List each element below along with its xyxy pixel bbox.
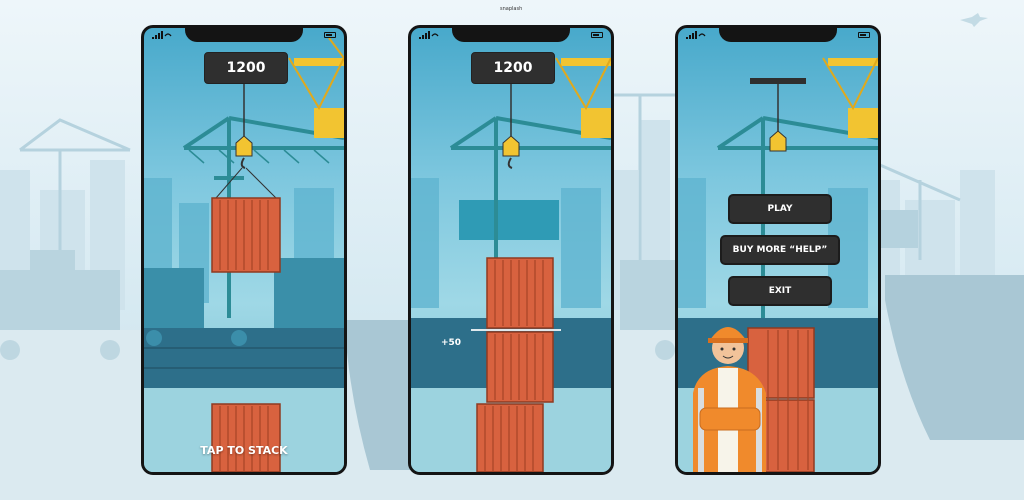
crane-hook-icon	[235, 135, 253, 169]
play-button[interactable]: PLAY	[728, 194, 832, 224]
top-label: snaplash	[500, 6, 523, 12]
exit-button[interactable]: EXIT	[728, 276, 832, 306]
phone-screen-gameplay: 1200 TAP TO STACK	[141, 25, 347, 475]
game-scene	[411, 57, 611, 472]
phone-screen-stacking: 1200 +50	[408, 25, 614, 475]
crane-hook-icon	[769, 130, 787, 152]
hanging-container	[211, 197, 281, 273]
base-container	[211, 403, 281, 472]
score-display: 1200	[471, 52, 555, 84]
buy-more-help-button[interactable]: BUY MORE “HELP”	[720, 235, 840, 265]
signal-icon	[686, 31, 706, 39]
status-bar	[152, 31, 336, 39]
status-bar	[419, 31, 603, 39]
game-scene	[144, 37, 344, 472]
battery-icon	[858, 32, 870, 38]
battery-icon	[324, 32, 336, 38]
score-display: 1200	[204, 52, 288, 84]
crane-hook-icon	[502, 135, 520, 169]
battery-icon	[591, 32, 603, 38]
signal-icon	[152, 31, 172, 39]
bonus-popup: +50	[441, 338, 462, 348]
status-bar	[686, 31, 870, 39]
tap-to-stack-hint[interactable]: TAP TO STACK	[144, 444, 344, 457]
signal-icon	[419, 31, 439, 39]
phone-screen-menu: PLAY BUY MORE “HELP” EXIT	[675, 25, 881, 475]
